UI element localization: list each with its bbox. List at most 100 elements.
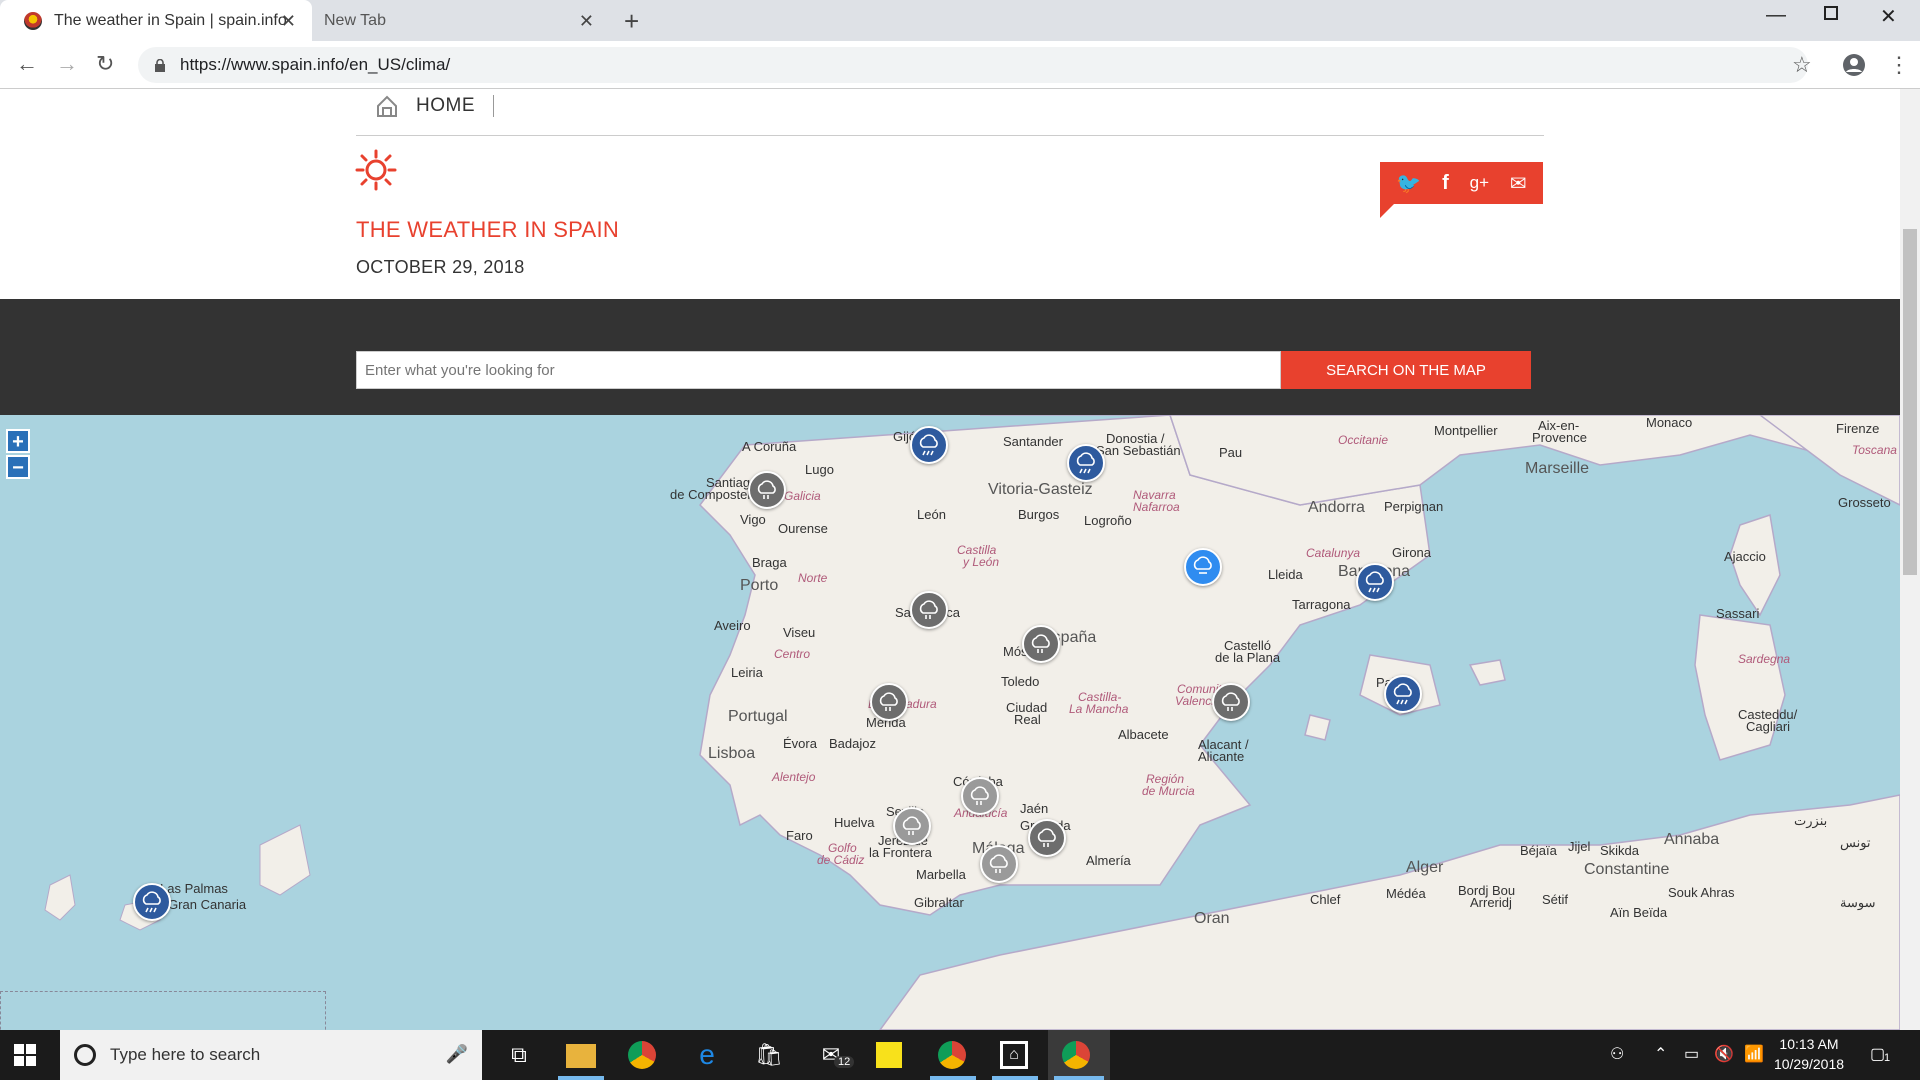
rain-cloud-icon bbox=[989, 854, 1008, 873]
window-close-icon[interactable]: ✕ bbox=[1880, 4, 1897, 29]
forward-arrow-icon[interactable]: → bbox=[56, 51, 78, 77]
map-label: Gibraltar bbox=[914, 895, 964, 910]
weather-marker-sevilla[interactable] bbox=[893, 807, 931, 845]
edge-icon[interactable]: e bbox=[690, 1038, 724, 1072]
breadcrumb-home-link[interactable]: HOME bbox=[416, 95, 475, 117]
rain-cloud-icon bbox=[919, 600, 938, 619]
weather-marker-bilbao[interactable] bbox=[1067, 444, 1105, 482]
store-icon[interactable]: 🛍 bbox=[752, 1038, 786, 1072]
clock-date: 10/29/2018 bbox=[1773, 1056, 1845, 1072]
map-label: Las Palmas bbox=[160, 881, 228, 896]
weather-marker-granada[interactable] bbox=[1028, 819, 1066, 857]
weather-marker-palma[interactable] bbox=[1384, 675, 1422, 713]
clock-time: 10:13 AM bbox=[1779, 1036, 1839, 1052]
spain-info-favicon-icon bbox=[24, 11, 42, 30]
restore-icon[interactable] bbox=[1824, 6, 1838, 20]
sticky-notes-icon[interactable] bbox=[876, 1042, 902, 1068]
map-label: Ourense bbox=[778, 521, 828, 536]
canary-islands-inset[interactable] bbox=[0, 991, 326, 1030]
volume-mute-icon[interactable]: 🔇 bbox=[1714, 1044, 1734, 1064]
chevron-up-icon[interactable]: ⌃ bbox=[1654, 1044, 1667, 1064]
zoom-out-button[interactable]: − bbox=[6, 455, 30, 479]
mail-badge: 12 bbox=[834, 1056, 855, 1068]
search-on-map-button[interactable]: SEARCH ON THE MAP bbox=[1281, 351, 1531, 389]
weather-map[interactable]: + − A Coruña Lugo Gijón Santander Donost… bbox=[0, 415, 1900, 1030]
map-label: de Cádiz bbox=[817, 853, 865, 867]
close-tab-icon[interactable]: ✕ bbox=[579, 11, 594, 32]
task-view-icon[interactable]: ⧉ bbox=[502, 1038, 536, 1072]
reload-icon[interactable]: ↻ bbox=[96, 51, 114, 77]
address-bar[interactable]: https://www.spain.info/en_US/clima/ bbox=[138, 47, 1808, 83]
system-clock[interactable]: 10:13 AM 10/29/2018 bbox=[1760, 1034, 1858, 1074]
weather-marker-valencia[interactable] bbox=[1212, 683, 1250, 721]
google-plus-icon[interactable]: g+ bbox=[1470, 173, 1489, 193]
map-label: Leiria bbox=[731, 665, 763, 680]
app-window-icon[interactable]: ⌂ bbox=[1000, 1041, 1028, 1069]
tab-new-tab[interactable]: New Tab ✕ bbox=[312, 0, 610, 41]
map-land-shapes bbox=[44, 415, 1900, 1030]
weather-marker-zaragoza[interactable] bbox=[1184, 548, 1222, 586]
battery-icon[interactable]: ▭ bbox=[1684, 1044, 1699, 1064]
profile-avatar-icon[interactable] bbox=[1842, 53, 1866, 77]
map-label: Médéa bbox=[1386, 886, 1426, 901]
page-title: THE WEATHER IN SPAIN bbox=[356, 217, 620, 242]
cortana-icon bbox=[74, 1044, 96, 1066]
map-label: Souk Ahras bbox=[1668, 885, 1735, 900]
weather-marker-gijon[interactable] bbox=[910, 426, 948, 464]
scrollbar-thumb[interactable] bbox=[1903, 229, 1917, 575]
cloud-wind-icon bbox=[1193, 556, 1212, 574]
tab-weather-spain[interactable]: The weather in Spain | spain.info ✕ bbox=[0, 0, 312, 41]
weather-marker-cordoba[interactable] bbox=[961, 777, 999, 815]
weather-marker-santiago[interactable] bbox=[748, 471, 786, 509]
map-label: Sardegna bbox=[1738, 652, 1791, 666]
twitter-icon[interactable]: 🐦 bbox=[1396, 171, 1421, 196]
wind-rain-icon bbox=[142, 891, 161, 913]
map-label: Aveiro bbox=[714, 618, 751, 633]
chrome-active-taskbar-icon[interactable] bbox=[1062, 1041, 1090, 1069]
map-label: Toscana bbox=[1852, 443, 1897, 457]
map-label: Toledo bbox=[1001, 674, 1040, 689]
map-label: de Murcia bbox=[1142, 784, 1195, 798]
chrome-menu-icon[interactable]: ⋮ bbox=[1888, 52, 1910, 78]
people-icon[interactable]: ⚇ bbox=[1610, 1044, 1624, 1064]
zoom-in-button[interactable]: + bbox=[6, 429, 30, 453]
chrome-taskbar-icon-2[interactable] bbox=[938, 1041, 966, 1069]
map-search-input[interactable] bbox=[356, 351, 1281, 389]
map-label: la Frontera bbox=[869, 845, 932, 860]
email-icon[interactable]: ✉ bbox=[1510, 171, 1527, 196]
wind-rain-icon bbox=[1393, 683, 1412, 705]
map-label: Jaén bbox=[1020, 801, 1049, 816]
page-date: OCTOBER 29, 2018 bbox=[356, 257, 525, 277]
weather-marker-madrid[interactable] bbox=[1022, 625, 1060, 663]
minimize-icon[interactable]: — bbox=[1766, 4, 1786, 27]
map-label: Santander bbox=[1003, 434, 1063, 449]
back-arrow-icon[interactable]: ← bbox=[16, 51, 38, 77]
browser-toolbar: ← → ↻ https://www.spain.info/en_US/clima… bbox=[0, 41, 1920, 89]
map-label: de la Plana bbox=[1215, 650, 1281, 665]
map-label: Burgos bbox=[1018, 507, 1060, 522]
windows-start-icon[interactable] bbox=[14, 1044, 36, 1066]
close-tab-icon[interactable]: ✕ bbox=[281, 11, 296, 32]
page-scrollbar[interactable] bbox=[1900, 89, 1920, 1030]
file-explorer-icon[interactable] bbox=[566, 1044, 596, 1068]
facebook-icon[interactable]: f bbox=[1442, 172, 1449, 195]
browser-tab-strip: The weather in Spain | spain.info ✕ New … bbox=[0, 0, 1920, 41]
action-center-icon[interactable]: ▢ bbox=[1870, 1044, 1885, 1064]
map-label: Chlef bbox=[1310, 892, 1341, 907]
windows-taskbar: Type here to search 🎤 ⧉ e 🛍 ✉ 12 ⌂ ⚇ ⌃ ▭… bbox=[0, 1030, 1920, 1080]
microphone-icon[interactable]: 🎤 bbox=[446, 1044, 468, 1065]
share-bar-tail bbox=[1380, 204, 1394, 218]
weather-marker-las-palmas[interactable] bbox=[133, 883, 171, 921]
home-icon[interactable] bbox=[376, 95, 398, 117]
map-label: Andorra bbox=[1308, 499, 1365, 516]
new-tab-plus-icon[interactable]: + bbox=[624, 6, 639, 37]
rain-cloud-icon bbox=[1031, 634, 1050, 653]
weather-marker-merida[interactable] bbox=[870, 683, 908, 721]
taskbar-search-box[interactable]: Type here to search 🎤 bbox=[60, 1030, 482, 1080]
weather-marker-barcelona[interactable] bbox=[1356, 563, 1394, 601]
weather-marker-malaga[interactable] bbox=[980, 845, 1018, 883]
weather-marker-salamanca[interactable] bbox=[910, 591, 948, 629]
chrome-taskbar-icon[interactable] bbox=[628, 1041, 656, 1069]
rain-cloud-icon bbox=[1221, 692, 1240, 711]
bookmark-star-icon[interactable]: ☆ bbox=[1792, 52, 1812, 78]
